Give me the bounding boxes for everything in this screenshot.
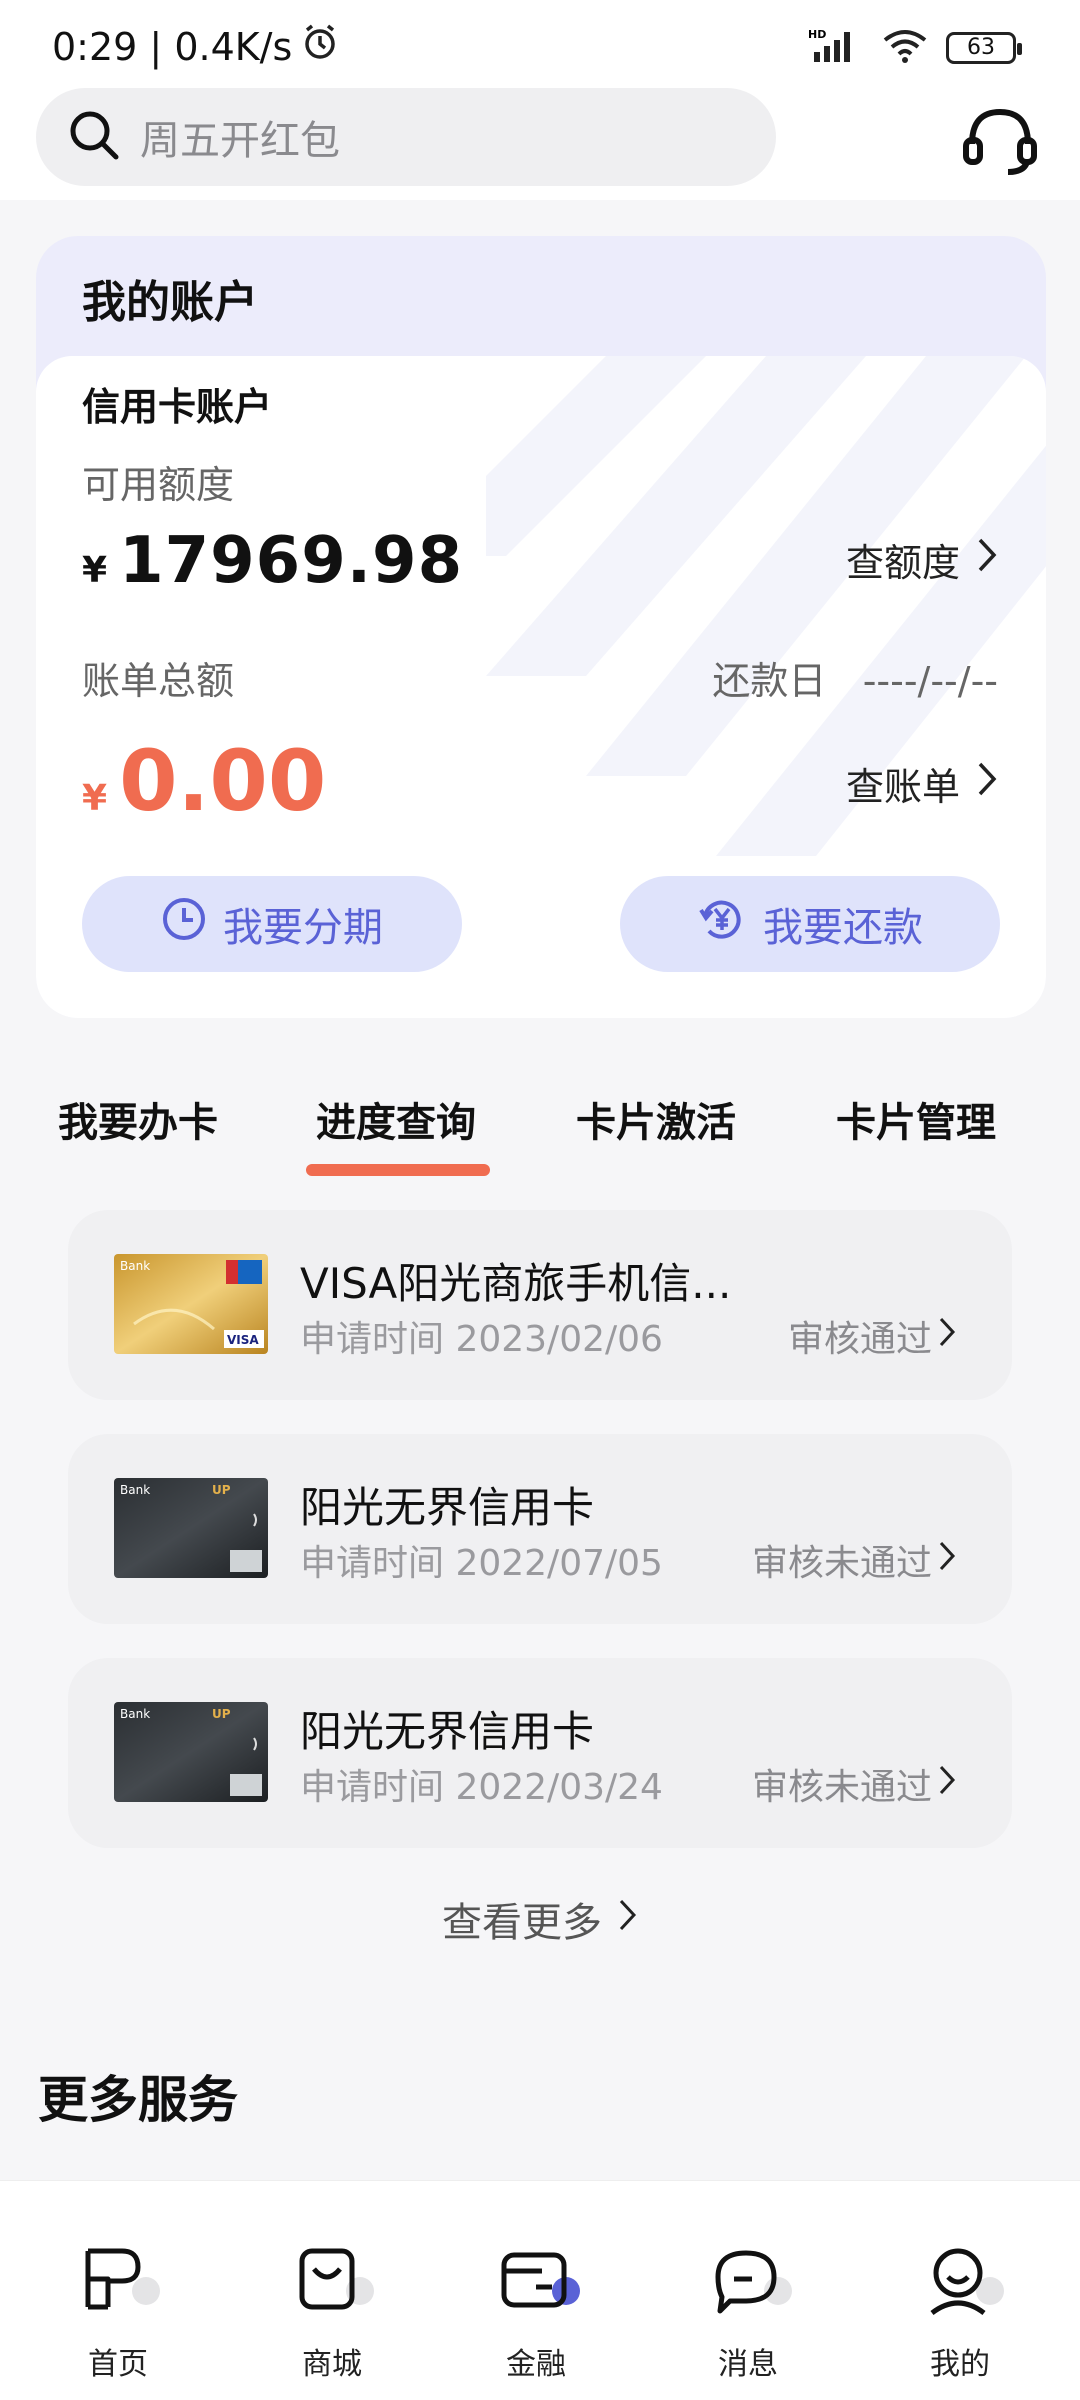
account-title: 我的账户 (82, 277, 258, 328)
installment-button[interactable]: 我要分期 (82, 876, 462, 972)
wifi-icon (882, 28, 928, 68)
battery-icon: 63 (946, 32, 1022, 64)
tab-progress-query[interactable]: 进度查询 (316, 1090, 476, 1148)
bill-total-value: ¥ 0.00 (82, 732, 326, 830)
tab-card-activation[interactable]: 卡片激活 (576, 1090, 736, 1148)
nav-messages[interactable]: 消息 (668, 2181, 828, 2400)
status-time: 0:29 (52, 24, 138, 69)
profile-icon (920, 2241, 1010, 2321)
available-credit-value: ¥ 17969.98 (82, 524, 463, 598)
svg-text:VISA: VISA (227, 1333, 259, 1347)
search-bar[interactable]: 周五开红包 (36, 88, 776, 186)
currency-symbol: ¥ (82, 778, 108, 819)
nav-label: 首页 (88, 2347, 148, 2382)
view-more-label: 查看更多 (442, 1900, 602, 1946)
status-label: 审核未通过 (751, 1543, 932, 1584)
application-date: 申请时间 2023/02/06 (300, 1319, 663, 1360)
finance-icon (496, 2241, 586, 2321)
repayment-date: 还款日 ----/--/-- (712, 650, 998, 705)
account-card: 我的账户 信用卡账户 可用额度 ¥ 17969.98 查额度 账单总额 还款日 … (36, 236, 1046, 1018)
tab-apply-card[interactable]: 我要办卡 (58, 1090, 218, 1148)
clock-icon (161, 896, 223, 952)
application-date: 申请时间 2022/03/24 (300, 1767, 663, 1808)
available-credit-label: 可用额度 (82, 463, 235, 507)
repay-label: 我要还款 (763, 905, 923, 951)
top-bar: 0:29 | 0.4K/s HD 63 周五开红包 (0, 0, 1080, 200)
nav-label: 消息 (718, 2347, 778, 2382)
chevron-right-icon (938, 1316, 956, 1357)
svg-text:Bank: Bank (120, 1707, 150, 1721)
nav-finance[interactable]: 金融 (456, 2181, 616, 2400)
customer-service-icon[interactable] (960, 100, 1040, 180)
application-card-name: 阳光无界信用卡 (300, 1707, 595, 1756)
chevron-right-icon (976, 536, 998, 583)
svg-text:Bank: Bank (120, 1483, 150, 1497)
credit-account-panel: 信用卡账户 可用额度 ¥ 17969.98 查额度 账单总额 还款日 ----/… (36, 356, 1046, 1018)
status-bar-left: 0:29 | 0.4K/s (52, 22, 340, 71)
card-thumbnail-gold-visa: Bank VISA (114, 1254, 268, 1354)
installment-label: 我要分期 (223, 905, 383, 951)
bill-total-label: 账单总额 (82, 659, 235, 703)
check-bill-label: 查账单 (845, 765, 960, 809)
search-placeholder: 周五开红包 (140, 118, 340, 164)
chevron-right-icon (938, 1764, 956, 1805)
nav-label: 我的 (930, 2347, 990, 2382)
svg-text:UP: UP (212, 1707, 231, 1721)
nav-label: 商城 (302, 2347, 362, 2382)
application-status: 审核未通过 (752, 1534, 956, 1586)
repay-date-label: 还款日 (712, 659, 827, 703)
yuan-refresh-icon (697, 894, 763, 954)
card-thumbnail-black-up: Bank UP (114, 1478, 268, 1578)
application-card-name: 阳光无界信用卡 (300, 1483, 595, 1532)
status-label: 审核通过 (787, 1319, 932, 1360)
check-bill-link[interactable]: 查账单 (846, 756, 998, 811)
progress-tabs: 我要办卡 进度查询 卡片激活 卡片管理 (0, 1090, 1080, 1180)
application-date: 申请时间 2022/07/05 (300, 1543, 663, 1584)
bill-amount: 0.00 (119, 732, 327, 830)
application-status: 审核通过 (788, 1310, 956, 1362)
list-item[interactable]: Bank UP 阳光无界信用卡 申请时间 2022/03/24 审核未通过 (68, 1658, 1012, 1848)
signal-icon: HD (808, 28, 864, 68)
tab-card-management[interactable]: 卡片管理 (836, 1090, 996, 1148)
chevron-right-icon (618, 1896, 638, 1942)
list-item[interactable]: Bank UP 阳光无界信用卡 申请时间 2022/07/05 审核未通过 (68, 1434, 1012, 1624)
repay-button[interactable]: 我要还款 (620, 876, 1000, 972)
view-more-link[interactable]: 查看更多 (0, 1890, 1080, 1948)
check-limit-label: 查额度 (845, 541, 960, 585)
card-thumbnail-black-up: Bank UP (114, 1702, 268, 1802)
home-icon (78, 2241, 168, 2321)
repay-date-value: ----/--/-- (862, 659, 998, 703)
network-speed: 0.4K/s (174, 24, 293, 69)
chevron-right-icon (938, 1540, 956, 1581)
status-bar-right: HD 63 (808, 28, 1022, 68)
nav-label: 金融 (506, 2347, 566, 2382)
chevron-right-icon (976, 760, 998, 807)
bottom-navigation: 首页 商城 金融 消息 我的 (0, 2180, 1080, 2400)
nav-mall[interactable]: 商城 (252, 2181, 412, 2400)
mall-icon (292, 2241, 382, 2321)
currency-symbol: ¥ (82, 550, 108, 591)
alarm-icon (300, 22, 340, 71)
credit-card-account-title: 信用卡账户 (82, 385, 273, 429)
list-item[interactable]: Bank VISA VISA阳光商旅手机信... 申请时间 2023/02/06… (68, 1210, 1012, 1400)
more-services-heading: 更多服务 (38, 2071, 238, 2129)
status-label: 审核未通过 (751, 1767, 932, 1808)
check-limit-link[interactable]: 查额度 (846, 532, 998, 587)
svg-text:HD: HD (808, 28, 826, 41)
search-icon (66, 107, 122, 167)
application-status: 审核未通过 (752, 1758, 956, 1810)
application-card-name: VISA阳光商旅手机信... (300, 1259, 732, 1308)
svg-text:Bank: Bank (120, 1259, 150, 1273)
nav-profile[interactable]: 我的 (880, 2181, 1040, 2400)
available-amount: 17969.98 (119, 524, 464, 598)
active-tab-indicator (306, 1164, 490, 1176)
svg-text:UP: UP (212, 1483, 231, 1497)
message-icon (708, 2241, 798, 2321)
nav-home[interactable]: 首页 (38, 2181, 198, 2400)
